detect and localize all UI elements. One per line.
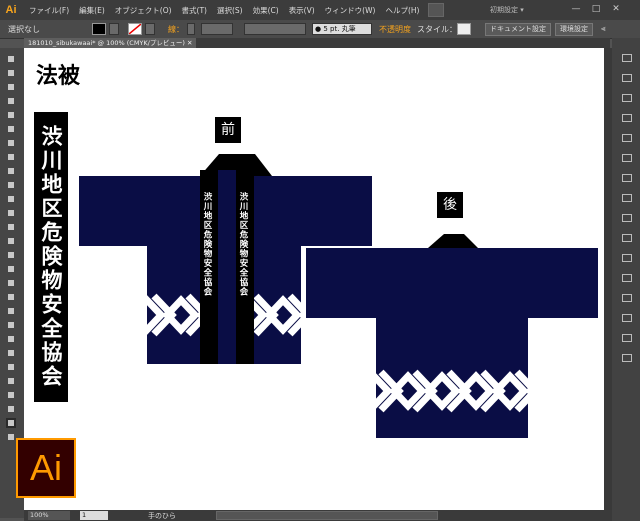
stroke-weight-input[interactable]	[201, 23, 233, 35]
workspace-switcher[interactable]: 初期設定 ▾	[490, 0, 574, 20]
appearance-panel-icon[interactable]	[620, 172, 632, 182]
artboard-title: 法被	[36, 63, 81, 89]
align-panel-icon[interactable]	[620, 252, 632, 262]
selection-tool-icon[interactable]	[6, 54, 16, 64]
variable-width-profile[interactable]	[244, 23, 306, 35]
magic-wand-tool-icon[interactable]	[6, 82, 16, 92]
swatches-panel-icon[interactable]	[620, 92, 632, 102]
eyedropper-tool-icon[interactable]	[6, 334, 16, 344]
zoom-field[interactable]: 100%	[28, 511, 70, 520]
artboards-panel-icon[interactable]	[620, 312, 632, 322]
column-graph-tool-icon[interactable]	[6, 376, 16, 386]
artboard-tool-icon[interactable]	[6, 390, 16, 400]
paintbrush-tool-icon[interactable]	[6, 166, 16, 176]
document-tab-label: 181010_sibukawaai* @ 100% (CMYK/プレビュー)	[28, 39, 185, 47]
none-swatch-icon	[129, 24, 141, 34]
menu-effect[interactable]: 効果(C)	[248, 5, 284, 16]
front-label: 前	[215, 117, 241, 143]
line-tool-icon[interactable]	[6, 138, 16, 148]
info-panel-icon[interactable]	[620, 352, 632, 362]
front-collar-text-right: 渋川地区危険物安全協会	[238, 192, 248, 297]
illustrator-logo-icon: Ai	[16, 438, 76, 498]
stroke-label: 線：	[168, 24, 184, 34]
links-panel-icon[interactable]	[620, 332, 632, 342]
status-bar: 100% 1 手のひら	[24, 510, 612, 521]
zoom-tool-icon[interactable]	[6, 432, 16, 442]
opacity-label[interactable]: 不透明度	[379, 24, 411, 35]
stroke-dropdown[interactable]	[145, 23, 155, 35]
app-logo-icon: Ai	[5, 4, 17, 16]
control-bar: 選択なし 線： ● 5 pt. 丸筆 不透明度 スタイル： ドキュメント設定 環…	[0, 20, 640, 39]
shape-builder-tool-icon[interactable]	[6, 278, 16, 288]
artboard-number-field[interactable]: 1	[80, 511, 108, 520]
menu-help[interactable]: ヘルプ(H)	[380, 5, 424, 16]
stroke-swatch[interactable]	[128, 23, 142, 35]
artboard-canvas[interactable]: 法被 渋川地区危険物安全協会 前 後 渋川地区危険物安全協会 渋川地区危険物安全…	[24, 48, 604, 510]
free-transform-tool-icon[interactable]	[6, 264, 16, 274]
panel-dock	[612, 38, 640, 521]
pathfinder-panel-icon[interactable]	[620, 272, 632, 282]
mesh-tool-icon[interactable]	[6, 306, 16, 316]
blend-tool-icon[interactable]	[6, 348, 16, 358]
back-label: 後	[437, 192, 463, 218]
layers-panel-icon[interactable]	[620, 292, 632, 302]
preferences-button[interactable]: 環境設定	[555, 22, 593, 36]
vertical-scrollbar[interactable]	[604, 48, 612, 510]
fill-dropdown[interactable]	[109, 23, 119, 35]
menu-view[interactable]: 表示(V)	[284, 5, 320, 16]
color-guide-panel-icon[interactable]	[620, 72, 632, 82]
gradient-panel-icon[interactable]	[620, 212, 632, 222]
rotate-tool-icon[interactable]	[6, 222, 16, 232]
brush-definition[interactable]: ● 5 pt. 丸筆	[312, 23, 372, 35]
menu-edit[interactable]: 編集(E)	[74, 5, 110, 16]
graphic-styles-panel-icon[interactable]	[620, 152, 632, 162]
menu-window[interactable]: ウィンドウ(W)	[320, 5, 381, 16]
hand-tool-icon[interactable]	[6, 418, 16, 428]
symbols-panel-icon[interactable]	[620, 132, 632, 142]
workspace-label: 初期設定	[490, 6, 518, 14]
document-tab-bar: 181010_sibukawaai* @ 100% (CMYK/プレビュー) ✕	[24, 38, 610, 48]
perspective-grid-tool-icon[interactable]	[6, 292, 16, 302]
menu-file[interactable]: ファイル(F)	[24, 5, 74, 16]
lasso-tool-icon[interactable]	[6, 96, 16, 106]
transparency-panel-icon[interactable]	[620, 232, 632, 242]
front-collar-text-left: 渋川地区危険物安全協会	[202, 192, 212, 297]
pencil-tool-icon[interactable]	[6, 180, 16, 190]
document-setup-button[interactable]: ドキュメント設定	[485, 22, 551, 36]
align-icon[interactable]: ⫷	[601, 24, 606, 34]
rectangle-tool-icon[interactable]	[6, 152, 16, 162]
back-happi-illustration	[306, 234, 598, 438]
slice-tool-icon[interactable]	[6, 404, 16, 414]
blob-brush-tool-icon[interactable]	[6, 194, 16, 204]
scale-tool-icon[interactable]	[6, 236, 16, 246]
minimize-button[interactable]: —	[568, 3, 584, 15]
menu-select[interactable]: 選択(S)	[212, 5, 248, 16]
style-label: スタイル：	[417, 24, 457, 34]
direct-selection-tool-icon[interactable]	[6, 68, 16, 78]
width-tool-icon[interactable]	[6, 250, 16, 260]
type-tool-icon[interactable]	[6, 124, 16, 134]
document-tab[interactable]: 181010_sibukawaai* @ 100% (CMYK/プレビュー) ✕	[24, 38, 197, 48]
maximize-button[interactable]: □	[588, 3, 604, 15]
arrange-documents-button[interactable]	[428, 3, 445, 17]
brushes-panel-icon[interactable]	[620, 112, 632, 122]
symbol-sprayer-tool-icon[interactable]	[6, 362, 16, 372]
horizontal-scrollbar[interactable]	[216, 511, 438, 520]
status-tool-name: 手のひら	[148, 511, 176, 520]
stroke-weight-stepper[interactable]	[187, 23, 195, 35]
vertical-association-label: 渋川地区危険物安全協会	[34, 112, 68, 402]
brush-label: 5 pt. 丸筆	[323, 25, 356, 33]
stroke-panel-icon[interactable]	[620, 192, 632, 202]
pen-tool-icon[interactable]	[6, 110, 16, 120]
eraser-tool-icon[interactable]	[6, 208, 16, 218]
close-button[interactable]: ✕	[608, 3, 624, 15]
menu-type[interactable]: 書式(T)	[177, 5, 212, 16]
gradient-tool-icon[interactable]	[6, 320, 16, 330]
color-panel-icon[interactable]	[620, 52, 632, 62]
selection-status: 選択なし	[8, 24, 40, 34]
menu-object[interactable]: オブジェクト(O)	[110, 5, 177, 16]
graphic-style-swatch[interactable]	[457, 23, 471, 35]
fill-swatch[interactable]	[92, 23, 106, 35]
